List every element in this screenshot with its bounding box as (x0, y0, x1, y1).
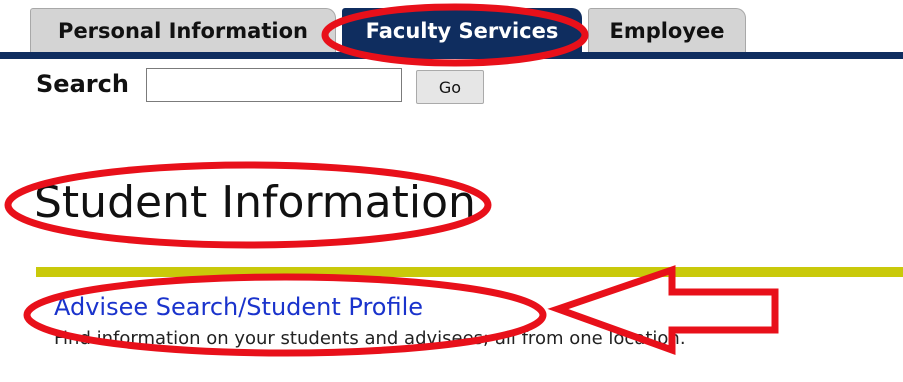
search-label: Search (36, 70, 129, 98)
tab-underline (0, 52, 903, 59)
tab-personal-information[interactable]: Personal Information (30, 8, 336, 52)
tab-faculty-services[interactable]: Faculty Services (342, 8, 582, 52)
divider (36, 267, 903, 277)
tab-label: Personal Information (58, 19, 308, 43)
search-input[interactable] (146, 68, 402, 102)
tab-label: Faculty Services (365, 19, 559, 43)
go-button[interactable]: Go (416, 70, 484, 104)
tab-employee[interactable]: Employee (588, 8, 746, 52)
advisee-search-description: Find information on your students and ad… (54, 328, 686, 349)
tab-bar: Personal Information Faculty Services Em… (0, 0, 903, 60)
next-menu-link-partial[interactable] (54, 362, 254, 382)
advisee-search-link[interactable]: Advisee Search/Student Profile (54, 292, 423, 322)
page-title: Student Information (34, 177, 476, 228)
tab-label: Employee (609, 19, 725, 43)
